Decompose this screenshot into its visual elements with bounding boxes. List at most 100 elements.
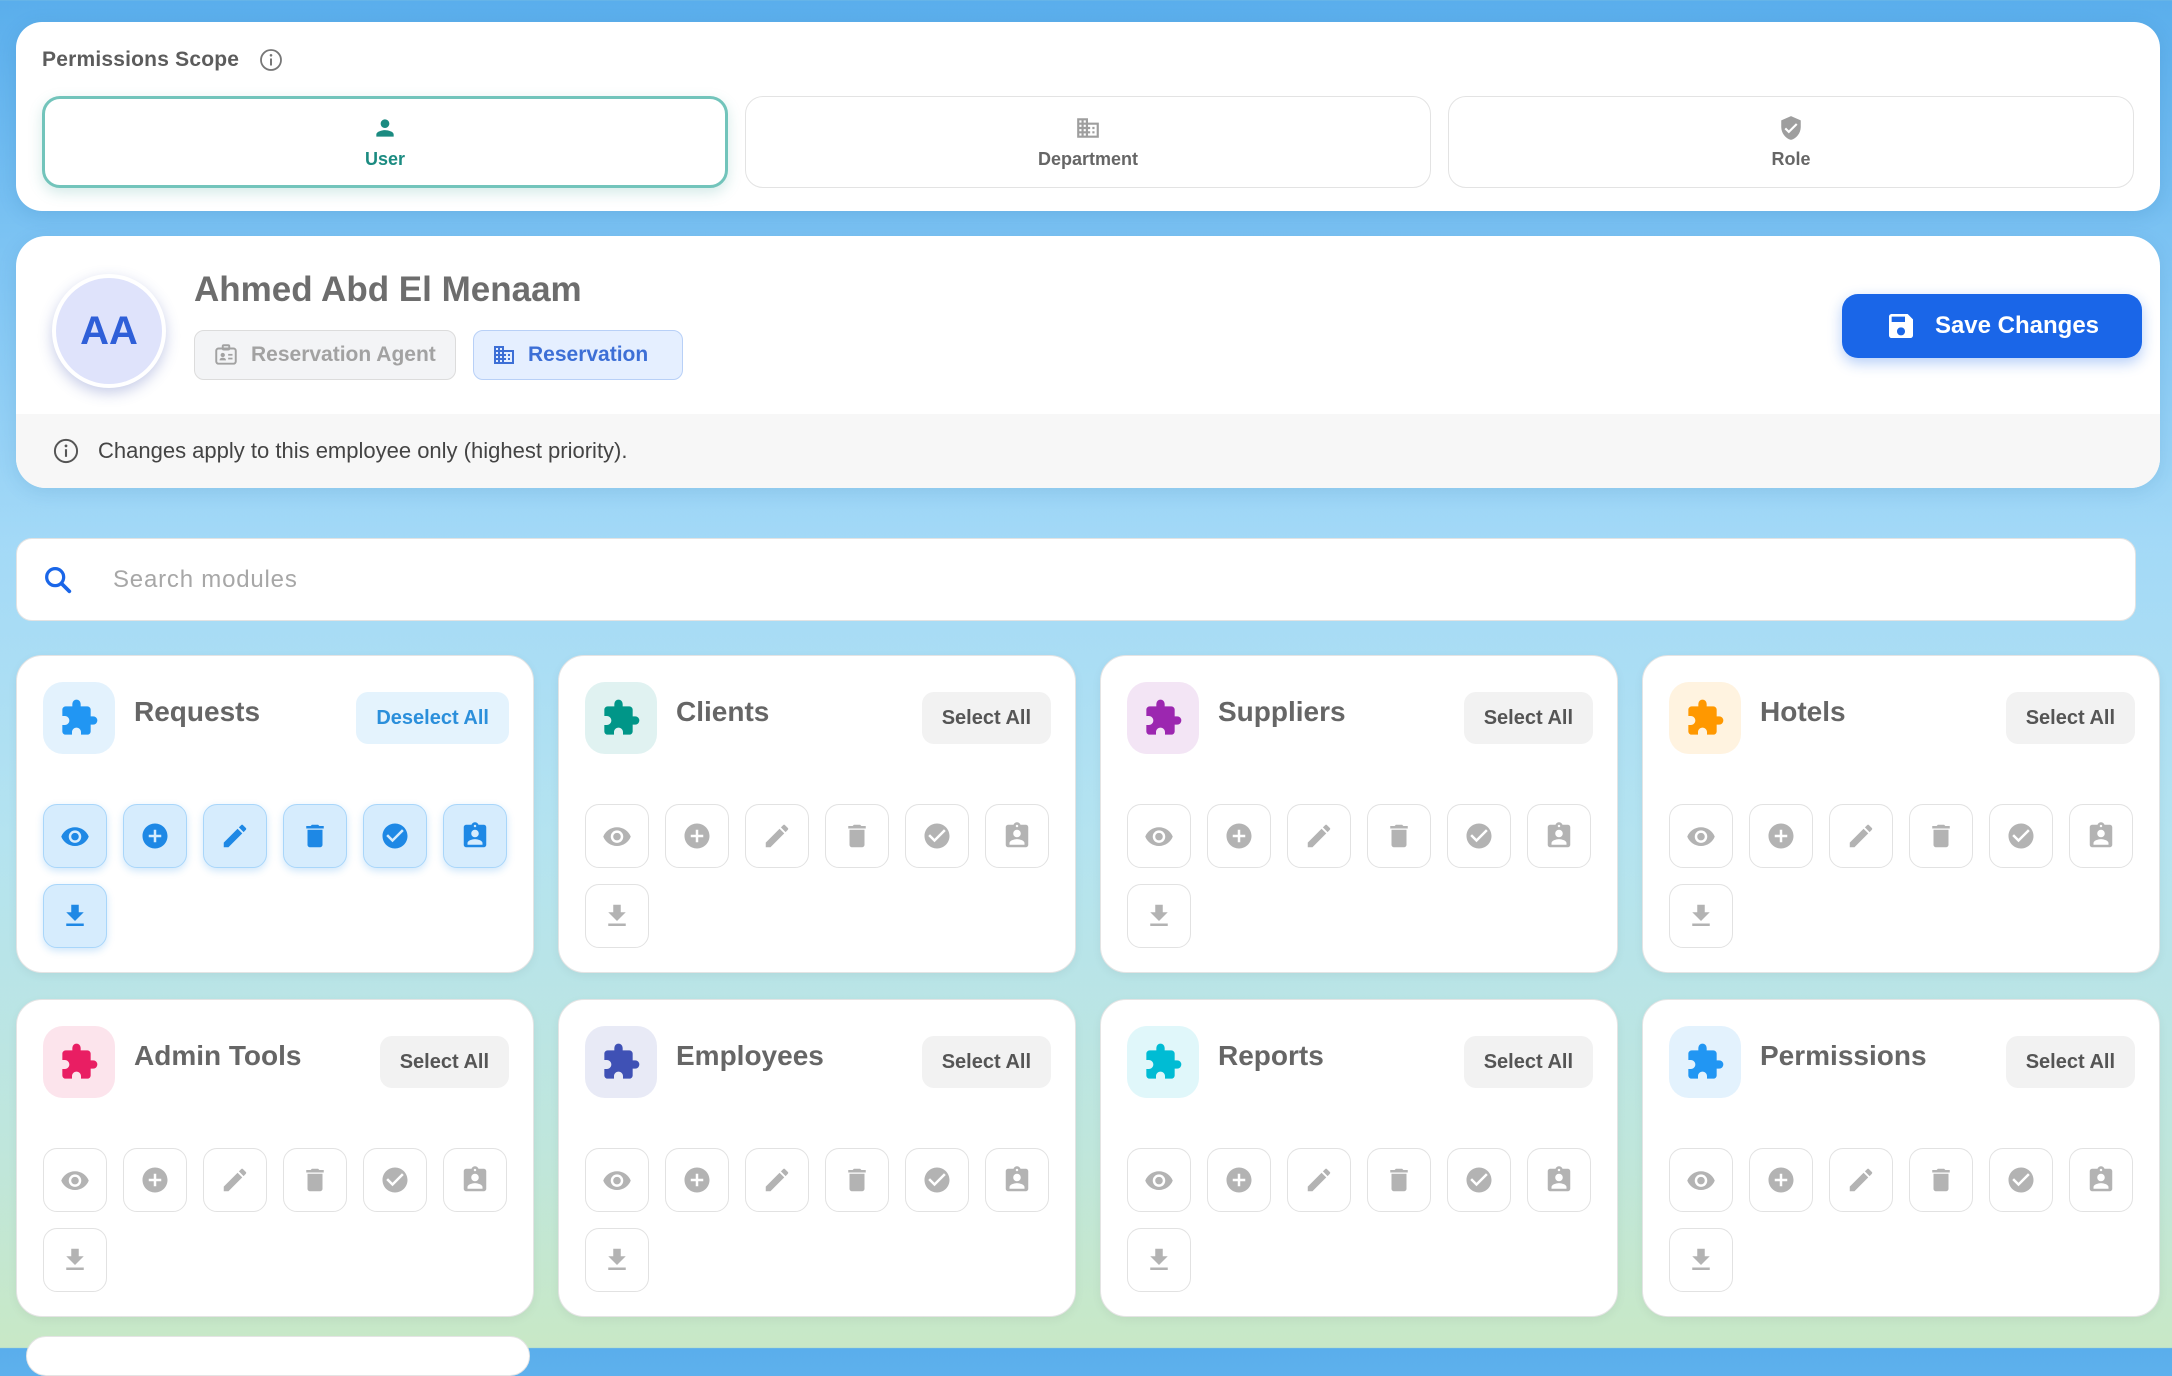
select-all-button[interactable]: Select All [2005, 692, 2135, 744]
permission-toggle-edit-pencil[interactable] [1829, 804, 1893, 868]
edit-pencil-icon [223, 1168, 247, 1192]
permission-toggle-add-circle[interactable] [665, 804, 729, 868]
module-hotels-title: Hotels [1760, 696, 1846, 727]
permission-toggle-eye[interactable] [1669, 1148, 1733, 1212]
permission-toggle-add-circle[interactable] [1207, 804, 1271, 868]
check-circle-icon [382, 823, 408, 849]
permission-toggle-badge[interactable] [1527, 1148, 1591, 1212]
permission-toggle-badge[interactable] [985, 804, 1049, 868]
permission-toggle-add-circle[interactable] [665, 1148, 729, 1212]
permission-toggle-download[interactable] [43, 884, 107, 948]
permission-toggle-eye[interactable] [1127, 1148, 1191, 1212]
select-all-button[interactable]: Select All [921, 692, 1051, 744]
permission-toggle-download[interactable] [43, 1228, 107, 1292]
id-badge-icon [213, 342, 239, 368]
permission-toggle-check-circle[interactable] [905, 804, 969, 868]
select-all-button[interactable]: Select All [921, 1036, 1051, 1088]
check-circle-icon [924, 1167, 950, 1193]
module-card: Hotels Select All [1642, 655, 2160, 973]
permission-toggle-trash[interactable] [283, 1148, 347, 1212]
tab-user-label: User [364, 148, 406, 169]
permission-toggle-check-circle[interactable] [1989, 804, 2053, 868]
puzzle-icon [43, 1026, 115, 1098]
check-circle-icon [2008, 1167, 2034, 1193]
permission-toggle-trash[interactable] [1909, 1148, 1973, 1212]
permission-toggle-download[interactable] [1127, 1228, 1191, 1292]
permission-toggle-eye[interactable] [1127, 804, 1191, 868]
permission-toggle-check-circle[interactable] [1447, 804, 1511, 868]
module-employees-title: Employees [676, 1040, 824, 1071]
badge-icon [1005, 1166, 1029, 1192]
edit-pencil-icon [765, 1168, 789, 1192]
search-icon [41, 563, 75, 597]
permission-toggle-download[interactable] [1669, 884, 1733, 948]
select-all-button[interactable]: Select All [2005, 1036, 2135, 1088]
eye-icon [1687, 827, 1715, 846]
download-icon [1692, 1248, 1710, 1270]
permission-toggle-eye[interactable] [1669, 804, 1733, 868]
role-label: Reservation Agent [251, 343, 436, 366]
permission-toggle-add-circle[interactable] [1749, 804, 1813, 868]
permission-toggle-download[interactable] [585, 1228, 649, 1292]
save-changes-button[interactable]: Save Changes [1842, 294, 2142, 358]
permission-toggle-download[interactable] [1127, 884, 1191, 948]
info-icon[interactable] [259, 48, 283, 72]
permission-toggle-check-circle[interactable] [1447, 1148, 1511, 1212]
permissions-scope-panel: Permissions Scope User Department Role [16, 22, 2160, 211]
permission-toggle-add-circle[interactable] [123, 804, 187, 868]
permission-toggle-trash[interactable] [825, 804, 889, 868]
search-input[interactable] [111, 564, 2015, 595]
deselect-all-button[interactable]: Deselect All [356, 692, 509, 744]
tab-user[interactable]: User [42, 96, 728, 188]
permission-toggle-edit-pencil[interactable] [1287, 1148, 1351, 1212]
add-circle-icon [1768, 823, 1794, 849]
permission-toggle-trash[interactable] [825, 1148, 889, 1212]
select-all-button[interactable]: Select All [1463, 692, 1593, 744]
permission-toggle-trash[interactable] [1367, 1148, 1431, 1212]
permission-toggle-eye[interactable] [43, 1148, 107, 1212]
permission-toggle-badge[interactable] [443, 1148, 507, 1212]
permission-toggle-badge[interactable] [443, 804, 507, 868]
permission-toggle-edit-pencil[interactable] [745, 1148, 809, 1212]
eye-icon [1687, 1171, 1715, 1190]
select-all-button[interactable]: Select All [1463, 1036, 1593, 1088]
permission-toggle-edit-pencil[interactable] [745, 804, 809, 868]
permission-toggle-edit-pencil[interactable] [203, 1148, 267, 1212]
permission-toggle-badge[interactable] [2069, 1148, 2133, 1212]
permission-toggle-add-circle[interactable] [123, 1148, 187, 1212]
select-all-button[interactable]: Select All [379, 1036, 509, 1088]
permission-toggle-badge[interactable] [2069, 804, 2133, 868]
permission-toggle-check-circle[interactable] [363, 804, 427, 868]
permission-toggle-badge[interactable] [1527, 804, 1591, 868]
add-circle-icon [142, 823, 168, 849]
permission-toggle-download[interactable] [1669, 1228, 1733, 1292]
permission-toggle-check-circle[interactable] [1989, 1148, 2053, 1212]
trash-icon [1932, 1168, 1950, 1192]
permission-toggle-eye[interactable] [585, 1148, 649, 1212]
role-chip: Reservation Agent [194, 330, 456, 380]
permission-toggle-trash[interactable] [283, 804, 347, 868]
module-card: Clients Select All [558, 655, 1076, 973]
permission-toggle-eye[interactable] [585, 804, 649, 868]
permission-toggle-trash[interactable] [1367, 804, 1431, 868]
permission-toggle-badge[interactable] [985, 1148, 1049, 1212]
tab-department[interactable]: Department [745, 96, 1431, 188]
permission-toggle-check-circle[interactable] [905, 1148, 969, 1212]
permission-toggles [1127, 804, 1607, 948]
permission-toggle-download[interactable] [585, 884, 649, 948]
person-icon [372, 115, 398, 141]
department-label: Reservation [528, 343, 649, 366]
permission-toggle-trash[interactable] [1909, 804, 1973, 868]
permission-toggle-add-circle[interactable] [1207, 1148, 1271, 1212]
permission-toggle-check-circle[interactable] [363, 1148, 427, 1212]
permission-toggle-edit-pencil[interactable] [1287, 804, 1351, 868]
permission-toggle-edit-pencil[interactable] [1829, 1148, 1893, 1212]
tab-role[interactable]: Role [1448, 96, 2134, 188]
module-card-partial [26, 1336, 530, 1376]
permission-toggle-edit-pencil[interactable] [203, 804, 267, 868]
building-icon [492, 343, 516, 367]
permission-toggle-add-circle[interactable] [1749, 1148, 1813, 1212]
trash-icon [1390, 1168, 1408, 1192]
permission-toggle-eye[interactable] [43, 804, 107, 868]
avatar: AA [52, 274, 166, 388]
